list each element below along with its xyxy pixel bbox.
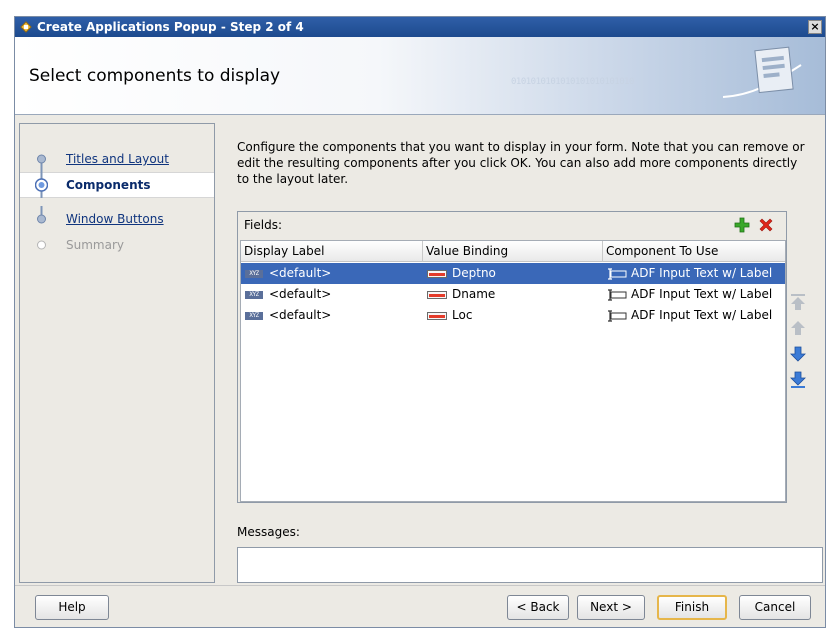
component-value: ADF Input Text w/ Label xyxy=(631,308,773,322)
move-to-bottom-icon[interactable] xyxy=(789,371,807,389)
column-header-value-binding[interactable]: Value Binding xyxy=(423,241,603,262)
cancel-button[interactable]: Cancel xyxy=(739,595,811,620)
header-graphic-icon xyxy=(723,46,802,98)
table-row[interactable]: XYZ <default> Loc ADF Input Text w/ Labe… xyxy=(241,305,785,326)
text-field-icon: XYZ xyxy=(245,290,263,299)
finish-button[interactable]: Finish xyxy=(657,595,727,620)
component-cell[interactable]: ADF Input Text w/ Label xyxy=(605,263,785,284)
title-bar[interactable]: Create Applications Popup - Step 2 of 4 … xyxy=(15,17,825,37)
next-button[interactable]: Next > xyxy=(577,595,645,620)
step-node-icon xyxy=(37,206,46,224)
text-field-icon: XYZ xyxy=(245,269,263,278)
page-title: Select components to display xyxy=(29,66,281,86)
display-label-value: <default> xyxy=(269,287,332,301)
component-value: ADF Input Text w/ Label xyxy=(631,287,773,301)
create-applications-dialog: Create Applications Popup - Step 2 of 4 … xyxy=(14,16,826,628)
value-binding-cell[interactable]: Loc xyxy=(427,305,601,326)
step-summary: Summary xyxy=(20,232,214,258)
step-node-icon xyxy=(37,154,46,172)
display-label-value: <default> xyxy=(269,308,332,322)
value-binding-value: Dname xyxy=(452,287,496,301)
step-disabled-icon xyxy=(37,240,46,250)
window-title: Create Applications Popup - Step 2 of 4 xyxy=(37,20,304,34)
back-button[interactable]: < Back xyxy=(507,595,569,620)
footer-divider xyxy=(15,585,825,586)
wizard-header: Select components to display 01010101010… xyxy=(15,37,825,115)
component-value: ADF Input Text w/ Label xyxy=(631,266,773,280)
move-up-icon[interactable] xyxy=(789,319,807,337)
step-label: Window Buttons xyxy=(66,212,164,226)
display-label-cell[interactable]: XYZ <default> xyxy=(245,284,421,305)
value-binding-cell[interactable]: Deptno xyxy=(427,263,601,284)
step-window-buttons[interactable]: Window Buttons xyxy=(20,206,214,232)
wizard-steps-panel: Titles and Layout Components Window Butt… xyxy=(19,123,215,583)
step-titles-and-layout[interactable]: Titles and Layout xyxy=(20,146,214,172)
input-text-icon xyxy=(608,288,627,301)
value-binding-value: Loc xyxy=(452,308,473,322)
table-header: Display Label Value Binding Component To… xyxy=(241,241,785,262)
attribute-icon xyxy=(427,290,447,299)
delete-icon[interactable] xyxy=(758,217,774,233)
header-decoration-text: 0101010101010101010101010 xyxy=(511,77,634,87)
column-header-component[interactable]: Component To Use xyxy=(603,241,785,262)
step-label: Components xyxy=(66,178,151,192)
display-label-cell[interactable]: XYZ <default> xyxy=(245,305,421,326)
step-label: Summary xyxy=(66,238,124,252)
plus-icon[interactable] xyxy=(734,217,750,233)
column-header-display-label[interactable]: Display Label xyxy=(241,241,423,262)
input-text-icon xyxy=(608,309,627,322)
text-field-icon: XYZ xyxy=(245,311,263,320)
value-binding-cell[interactable]: Dname xyxy=(427,284,601,305)
value-binding-value: Deptno xyxy=(452,266,496,280)
app-icon xyxy=(20,21,32,33)
close-icon: × xyxy=(810,20,820,33)
attribute-icon xyxy=(427,311,447,320)
table-row[interactable]: XYZ <default> Deptno ADF Input Text w/ L… xyxy=(241,263,785,284)
input-text-icon xyxy=(608,267,627,280)
messages-box[interactable] xyxy=(237,547,823,583)
step-label: Titles and Layout xyxy=(66,152,169,166)
component-cell[interactable]: ADF Input Text w/ Label xyxy=(605,284,785,305)
fields-header: Fields: xyxy=(238,212,786,238)
main-content: Configure the components that you want t… xyxy=(221,123,823,585)
fields-table[interactable]: Display Label Value Binding Component To… xyxy=(240,240,786,502)
move-down-icon[interactable] xyxy=(789,345,807,363)
instructions-text: Configure the components that you want t… xyxy=(237,140,805,186)
fields-label: Fields: xyxy=(244,218,282,232)
fields-panel: Fields: Display Label Value Binding Comp… xyxy=(237,211,787,503)
step-components[interactable]: Components xyxy=(20,172,214,198)
step-current-icon xyxy=(35,172,48,198)
attribute-icon xyxy=(427,269,447,278)
component-cell[interactable]: ADF Input Text w/ Label xyxy=(605,305,785,326)
close-button[interactable]: × xyxy=(808,20,822,34)
table-row[interactable]: XYZ <default> Dname ADF Input Text w/ La… xyxy=(241,284,785,305)
move-to-top-icon[interactable] xyxy=(789,293,807,311)
display-label-cell[interactable]: XYZ <default> xyxy=(245,263,421,284)
messages-label: Messages: xyxy=(237,525,300,539)
help-button[interactable]: Help xyxy=(35,595,109,620)
display-label-value: <default> xyxy=(269,266,332,280)
